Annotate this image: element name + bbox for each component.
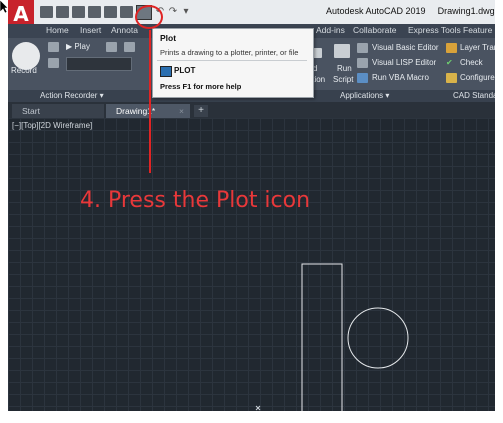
tooltip-title: Plot — [160, 33, 177, 43]
plot-tooltip: Plot Prints a drawing to a plotter, prin… — [152, 28, 314, 98]
tab-drawing1[interactable]: Drawing1* × — [106, 104, 190, 118]
layer-translator-button[interactable]: Layer Tran — [460, 43, 495, 52]
macro-list-field[interactable] — [66, 57, 132, 71]
plot-command-icon — [160, 66, 172, 77]
document-tab-bar: Start Drawing1* × + — [8, 102, 495, 118]
panel-applications[interactable]: Applications ▾ — [340, 91, 389, 100]
tab-annotate[interactable]: Annota — [111, 25, 138, 35]
play-label: Play — [74, 42, 90, 51]
web-mobile-icon[interactable] — [120, 6, 133, 18]
tab-collaborate[interactable]: Collaborate — [353, 25, 396, 35]
run-script-icon[interactable] — [334, 44, 350, 58]
script-label[interactable]: Script — [333, 75, 353, 84]
preference-icon[interactable] — [106, 42, 117, 52]
lisp-editor-icon[interactable] — [357, 58, 368, 68]
window-title: Autodesk AutoCAD 2019 Drawing1.dwg — [326, 6, 495, 16]
layer-translator-icon[interactable] — [446, 43, 457, 53]
run-vba-icon[interactable] — [357, 73, 368, 83]
insert-message-icon[interactable] — [48, 58, 59, 68]
panel-cad-standards: CAD Standa — [453, 91, 495, 100]
panel-action-recorder[interactable]: Action Recorder ▾ — [40, 91, 104, 100]
run-label[interactable]: Run — [337, 64, 352, 73]
tooltip-divider — [157, 60, 307, 61]
tooltip-command: PLOT — [174, 66, 196, 75]
visual-basic-editor-button[interactable]: Visual Basic Editor — [372, 43, 439, 52]
annotation-instruction: 4. Press the Plot icon — [80, 188, 311, 213]
tab-featured[interactable]: Feature — [463, 25, 492, 35]
autocad-window: A ↶ ↷ ▾ Autodesk AutoCAD 2019 Drawing1.dw… — [8, 0, 495, 411]
tooltip-help: Press F1 for more help — [160, 82, 242, 91]
tab-home[interactable]: Home — [46, 25, 69, 35]
app-title: Autodesk AutoCAD 2019 — [326, 6, 426, 16]
open-file-icon[interactable] — [56, 6, 69, 18]
drawing-viewport[interactable]: [−][Top][2D Wireframe] — [8, 118, 495, 411]
check-icon[interactable]: ✔ — [446, 58, 453, 67]
record-label[interactable]: Record — [11, 66, 37, 75]
circle-shape[interactable] — [347, 307, 409, 369]
tab-insert[interactable]: Insert — [80, 25, 101, 35]
rectangle-shape[interactable] — [301, 263, 343, 411]
customize-qat-icon[interactable]: ▾ — [181, 6, 191, 18]
configure-icon[interactable] — [446, 73, 457, 83]
tab-express-tools[interactable]: Express Tools — [408, 25, 461, 35]
new-file-icon[interactable] — [40, 6, 53, 18]
share-icon[interactable] — [104, 6, 117, 18]
save-as-icon[interactable] — [88, 6, 101, 18]
annotation-pointer-line — [149, 30, 151, 173]
visual-lisp-editor-button[interactable]: Visual LISP Editor — [372, 58, 436, 67]
play-button[interactable]: ▶ Play — [66, 42, 90, 51]
request-input-icon[interactable] — [124, 42, 135, 52]
run-vba-macro-button[interactable]: Run VBA Macro — [372, 73, 429, 82]
tab-add-ins[interactable]: Add-ins — [316, 25, 345, 35]
title-bar: A ↶ ↷ ▾ Autodesk AutoCAD 2019 Drawing1.dw… — [8, 0, 495, 28]
vba-editor-icon[interactable] — [357, 43, 368, 53]
mouse-cursor-icon — [0, 0, 8, 14]
new-tab-button[interactable]: + — [194, 105, 208, 117]
quick-access-toolbar: ↶ ↷ ▾ — [40, 4, 191, 20]
redo-icon[interactable]: ↷ — [168, 6, 178, 18]
configure-button[interactable]: Configure — [460, 73, 495, 82]
save-icon[interactable] — [72, 6, 85, 18]
check-button[interactable]: Check — [460, 58, 483, 67]
tab-start[interactable]: Start — [12, 104, 104, 118]
drawing-canvas — [255, 263, 409, 411]
file-name: Drawing1.dwg — [437, 6, 495, 16]
close-tab-icon[interactable]: × — [179, 104, 184, 118]
tooltip-description: Prints a drawing to a plotter, printer, … — [160, 48, 299, 57]
annotation-highlight-circle — [135, 5, 163, 29]
tab-start-label: Start — [22, 106, 40, 116]
macro-icon[interactable] — [48, 42, 59, 52]
ucs-icon — [255, 405, 261, 411]
